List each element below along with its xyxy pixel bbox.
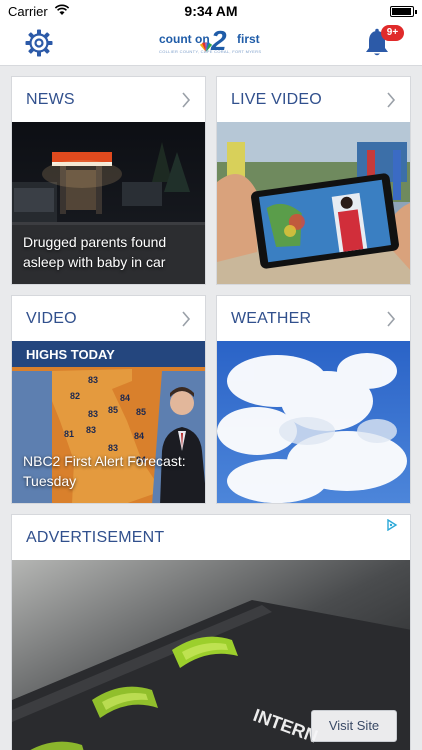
temp-label: 82 <box>70 391 80 401</box>
chevron-right-icon <box>387 92 396 108</box>
weather-map-banner: HIGHS TODAY <box>26 347 115 362</box>
news-caption: Drugged parents found asleep with baby i… <box>23 234 167 270</box>
news-tile[interactable]: NEWS Drugged parents found asleep with b… <box>11 76 206 285</box>
chevron-right-icon <box>182 311 191 327</box>
temp-label: 85 <box>136 407 146 417</box>
video-tile-title: VIDEO <box>26 309 77 327</box>
temp-label: 85 <box>108 405 118 415</box>
logo-first: first <box>237 32 260 46</box>
notification-badge: 9+ <box>381 25 404 41</box>
news-tile-title: NEWS <box>26 90 75 108</box>
live-video-tile-header: LIVE VIDEO <box>217 77 410 122</box>
video-tile-header: VIDEO <box>12 296 205 341</box>
settings-gear-icon[interactable] <box>24 28 54 58</box>
adchoices-icon[interactable] <box>386 519 398 531</box>
chevron-right-icon <box>182 92 191 108</box>
news-tile-header: NEWS <box>12 77 205 122</box>
logo-tagline: COLLIER COUNTY, CAPE CORAL, FORT MYERS <box>159 49 262 54</box>
temp-label: 83 <box>88 375 98 385</box>
temp-label: 81 <box>64 429 74 439</box>
live-video-tile[interactable]: LIVE VIDEO <box>216 76 411 285</box>
weather-tile[interactable]: WEATHER <box>216 295 411 504</box>
video-thumbnail: HIGHS TODAY 83 82 84 85 85 83 83 81 84 8… <box>12 341 205 503</box>
status-bar: Carrier 9:34 AM <box>0 0 422 22</box>
video-caption: NBC2 First Alert Forecast: Tuesday <box>23 453 186 489</box>
temp-label: 84 <box>120 393 130 403</box>
app-header: count on 2 first COLLIER COUNTY, CAPE CO… <box>0 22 422 66</box>
chevron-right-icon <box>387 311 396 327</box>
advertisement-header: ADVERTISEMENT <box>12 515 410 560</box>
live-video-tile-title: LIVE VIDEO <box>231 90 322 108</box>
news-thumbnail: Drugged parents found asleep with baby i… <box>12 122 205 284</box>
advertisement-title: ADVERTISEMENT <box>26 528 165 546</box>
temp-label: 84 <box>134 431 144 441</box>
clock: 9:34 AM <box>184 3 238 19</box>
battery-icon <box>390 6 417 17</box>
weather-tile-header: WEATHER <box>217 296 410 341</box>
live-video-thumbnail <box>217 122 410 284</box>
weather-thumbnail <box>217 341 410 503</box>
visit-site-button[interactable]: Visit Site <box>311 710 397 742</box>
temp-label: 83 <box>86 425 96 435</box>
video-tile[interactable]: VIDEO HIGHS TODAY 83 82 84 85 85 83 83 8… <box>11 295 206 504</box>
nbc2-logo: count on 2 first COLLIER COUNTY, CAPE CO… <box>155 25 270 60</box>
temp-label: 83 <box>88 409 98 419</box>
weather-tile-title: WEATHER <box>231 309 312 327</box>
